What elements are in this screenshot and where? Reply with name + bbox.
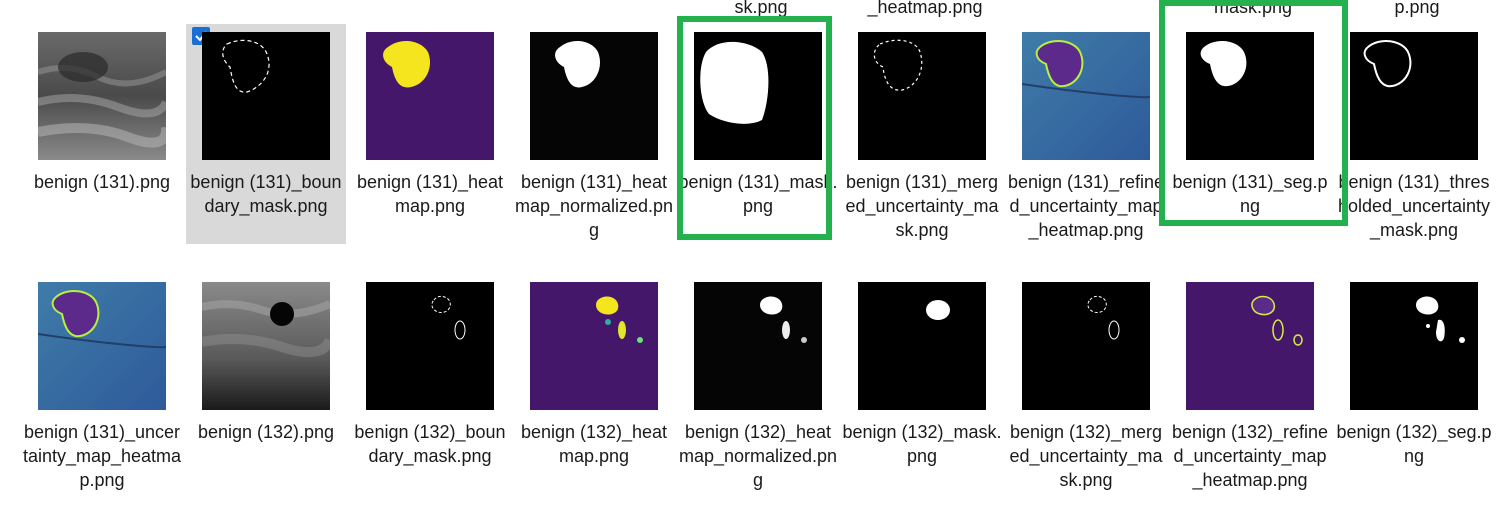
file-thumbnail (366, 32, 494, 160)
file-item[interactable]: benign (131)_mask.png (678, 24, 838, 244)
file-thumbnail (858, 32, 986, 160)
file-item[interactable]: benign (131)_thresholded_uncertainty_mas… (1334, 24, 1494, 244)
file-name: benign (131)_heatmap_normalized.png (514, 172, 674, 240)
file-name: benign (131)_merged_uncertainty_mask.png (845, 172, 999, 240)
file-thumbnail (694, 32, 822, 160)
file-item[interactable]: benign (132).png (186, 274, 346, 514)
file-thumbnail (530, 282, 658, 410)
file-item[interactable]: benign (131)_heatmap_normalized.png (514, 24, 674, 244)
file-item[interactable]: benign (132)_mask.png (842, 274, 1002, 514)
file-item[interactable]: benign (131)_uncertainty_map_heatmap.png (22, 274, 182, 514)
file-item[interactable]: benign (132)_heatmap_normalized.png (678, 274, 838, 514)
file-thumbnail (1186, 32, 1314, 160)
file-thumbnail (1186, 282, 1314, 410)
file-name: benign (131)_thresholded_uncertainty_mas… (1337, 172, 1491, 240)
file-name: benign (131)_seg.png (1172, 172, 1328, 216)
file-name: benign (131)_uncertainty_map_heatmap.png (22, 422, 182, 490)
file-item[interactable]: benign (131)_merged_uncertainty_mask.png (842, 24, 1002, 244)
file-name: benign (131)_boundary_mask.png (190, 172, 342, 216)
file-thumbnail (202, 32, 330, 160)
file-name: benign (131)_heatmap.png (356, 172, 504, 216)
file-name: benign (132)_boundary_mask.png (354, 422, 506, 466)
file-item[interactable]: benign (132)_seg.png (1334, 274, 1494, 514)
file-thumbnail (38, 32, 166, 160)
file-name: benign (132)_heatmap.png (520, 422, 668, 466)
file-thumbnail (1350, 282, 1478, 410)
file-thumbnail (38, 282, 166, 410)
file-name: benign (132)_heatmap_normalized.png (678, 422, 838, 490)
file-thumbnail (1350, 32, 1478, 160)
file-name: benign (132)_seg.png (1336, 422, 1492, 466)
file-thumbnail (858, 282, 986, 410)
file-item[interactable]: benign (132)_heatmap.png (514, 274, 674, 514)
file-name: benign (131)_refined_uncertainty_map_hea… (1007, 172, 1165, 240)
file-item[interactable]: benign (131)_heatmap.png (350, 24, 510, 244)
file-thumbnail (1022, 32, 1150, 160)
file-item[interactable]: benign (131)_refined_uncertainty_map_hea… (1006, 24, 1166, 244)
file-name: benign (132)_merged_uncertainty_mask.png (1009, 422, 1163, 490)
file-thumbnail (530, 32, 658, 160)
file-thumbnail (1022, 282, 1150, 410)
file-name: benign (132)_mask.png (842, 422, 1002, 466)
file-thumbnail (694, 282, 822, 410)
partial-label[interactable]: sk.png (679, 0, 843, 18)
file-name: benign (132).png (197, 422, 335, 442)
file-item[interactable]: benign (132)_boundary_mask.png (350, 274, 510, 514)
file-thumbnail (202, 282, 330, 410)
file-item[interactable]: benign (131).png (22, 24, 182, 244)
file-name: benign (132)_refined_uncertainty_map_hea… (1171, 422, 1329, 490)
file-thumbnail (366, 282, 494, 410)
file-item[interactable]: benign (132)_merged_uncertainty_mask.png (1006, 274, 1166, 514)
file-name: benign (131).png (33, 172, 171, 192)
partial-label[interactable]: p.png (1335, 0, 1499, 18)
file-item[interactable]: benign (132)_refined_uncertainty_map_hea… (1170, 274, 1330, 514)
partial-label[interactable]: _heatmap.png (843, 0, 1007, 18)
file-item[interactable]: benign (131)_seg.png (1170, 24, 1330, 244)
partial-label[interactable]: mask.png (1171, 0, 1335, 18)
file-name: benign (131)_mask.png (678, 172, 838, 216)
file-item[interactable]: benign (131)_boundary_mask.png (186, 24, 346, 244)
